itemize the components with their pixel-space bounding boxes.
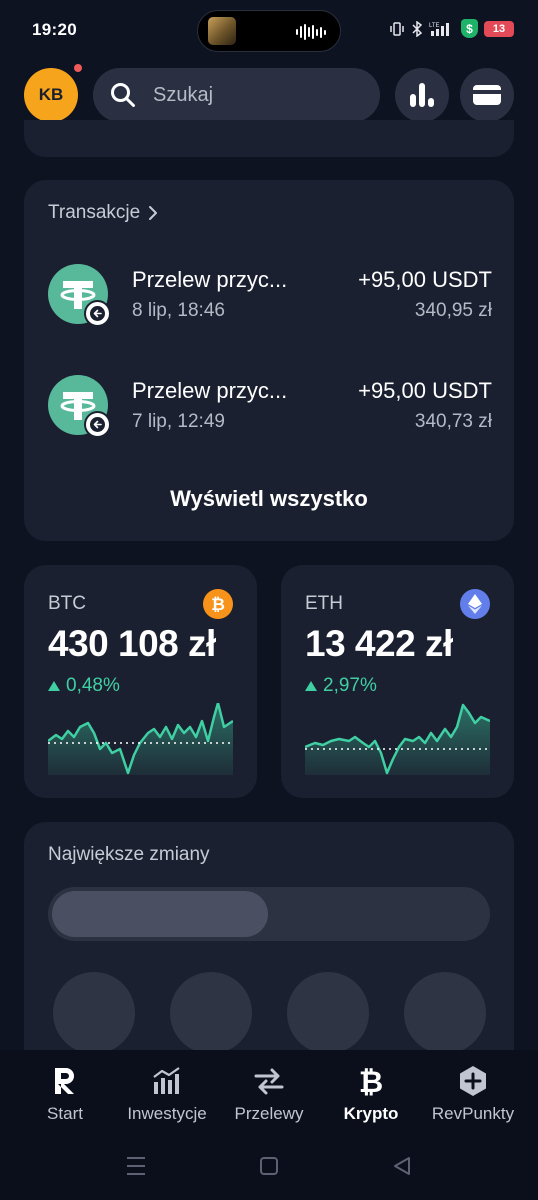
transaction-amount: +95,00 USDT (358, 378, 492, 403)
transaction-fiat-amount: 340,95 zł (414, 300, 492, 321)
analytics-button[interactable] (395, 68, 449, 122)
previous-card (24, 120, 514, 157)
coin-change: 0,48% (48, 675, 120, 697)
triangle-up-icon (305, 681, 317, 691)
avatar[interactable]: KB (24, 68, 78, 122)
transaction-date: 7 lip, 12:49 (132, 411, 225, 432)
back-icon[interactable] (392, 1155, 412, 1177)
battery-indicator: 13 (484, 20, 514, 37)
coin-change: 2,97% (305, 675, 377, 697)
card-icon (473, 85, 501, 105)
nav-item-revpoints[interactable]: RevPunkty (419, 1064, 527, 1124)
movers-segment-active[interactable] (52, 891, 268, 937)
transfer-arrows-icon (254, 1068, 284, 1095)
eth-card[interactable]: ETH 13 422 zł 2,97% (281, 565, 514, 798)
nav-item-crypto[interactable]: ₿ Krypto (317, 1064, 425, 1124)
chart-icon (153, 1067, 180, 1094)
revpoints-icon (460, 1066, 486, 1096)
incoming-arrow-icon (84, 300, 111, 327)
analytics-icon (410, 83, 434, 107)
eth-sparkline (305, 703, 490, 775)
view-all-button[interactable]: Wyświetl wszystko (24, 486, 514, 512)
lte-signal-icon: LTE (429, 22, 449, 36)
transaction-title: Przelew przyc... (132, 378, 288, 403)
coin-change-value: 2,97% (323, 675, 377, 696)
transaction-row[interactable]: Przelew przyc... 7 lip, 12:49 +95,00 USD… (48, 373, 492, 438)
movers-title: Największe zmiany (48, 844, 210, 865)
btc-card[interactable]: BTC ₿ 430 108 zł 0,48% (24, 565, 257, 798)
search-placeholder: Szukaj (153, 83, 214, 106)
media-thumbnail (208, 17, 236, 45)
nav-label: Start (47, 1104, 83, 1123)
cards-button[interactable] (460, 68, 514, 122)
loading-placeholder (287, 972, 369, 1054)
incoming-arrow-icon (84, 411, 111, 438)
svg-text:₿: ₿ (211, 595, 225, 614)
coin-symbol: ETH (305, 593, 343, 614)
recents-icon[interactable] (126, 1155, 146, 1177)
transaction-fiat-amount: 340,73 zł (414, 411, 492, 432)
bitcoin-icon: ₿ (203, 589, 233, 619)
search-icon (111, 83, 135, 107)
loading-placeholder (53, 972, 135, 1054)
svg-text:LTE: LTE (429, 23, 440, 29)
transaction-row[interactable]: Przelew przyc... 8 lip, 18:46 +95,00 USD… (48, 262, 492, 327)
home-icon[interactable] (259, 1155, 279, 1177)
btc-sparkline (48, 703, 233, 775)
movers-segmented-control[interactable] (48, 887, 490, 941)
coin-change-value: 0,48% (66, 675, 120, 696)
bitcoin-icon: ₿ (359, 1065, 383, 1097)
nav-label: RevPunkty (431, 1104, 515, 1123)
transactions-header[interactable]: Transakcje (48, 202, 158, 224)
coin-symbol: BTC (48, 593, 86, 614)
nav-label: Inwestycje (127, 1104, 207, 1123)
bluetooth-icon (412, 20, 423, 37)
status-bar: 19:20 LTE $ 13 (0, 0, 538, 60)
loading-placeholder (170, 972, 252, 1054)
nav-label: Krypto (343, 1104, 399, 1123)
coin-price: 430 108 zł (48, 623, 216, 664)
transactions-title: Transakcje (48, 202, 141, 223)
revolut-logo-icon (55, 1068, 74, 1094)
audio-wave-icon (296, 24, 326, 40)
transactions-card: Transakcje Przelew przyc... 8 lip, 18:46… (24, 180, 514, 541)
ethereum-icon (460, 589, 490, 619)
status-time: 19:20 (32, 20, 77, 39)
dynamic-island[interactable] (197, 10, 341, 52)
search-input[interactable]: Szukaj (93, 68, 380, 122)
vibrate-icon (390, 21, 404, 36)
bottom-navigation: Start Inwestycje Przelewy ₿ Krypto RevPu… (0, 1050, 538, 1200)
notification-dot (74, 64, 82, 72)
loading-placeholder (404, 972, 486, 1054)
nav-item-transfers[interactable]: Przelewy (215, 1064, 323, 1124)
transaction-title: Przelew przyc... (132, 267, 288, 292)
nav-label: Przelewy (234, 1104, 304, 1123)
nav-item-investments[interactable]: Inwestycje (113, 1064, 221, 1124)
shield-icon: $ (461, 19, 478, 38)
svg-text:₿: ₿ (359, 1065, 383, 1097)
coin-price: 13 422 zł (305, 623, 453, 664)
triangle-up-icon (48, 681, 60, 691)
nav-item-start[interactable]: Start (11, 1064, 119, 1124)
chevron-right-icon (149, 206, 158, 220)
status-icons: LTE $ 13 (389, 19, 514, 38)
transaction-date: 8 lip, 18:46 (132, 300, 225, 321)
transaction-amount: +95,00 USDT (358, 267, 492, 292)
biggest-movers-card: Największe zmiany (24, 822, 514, 1062)
